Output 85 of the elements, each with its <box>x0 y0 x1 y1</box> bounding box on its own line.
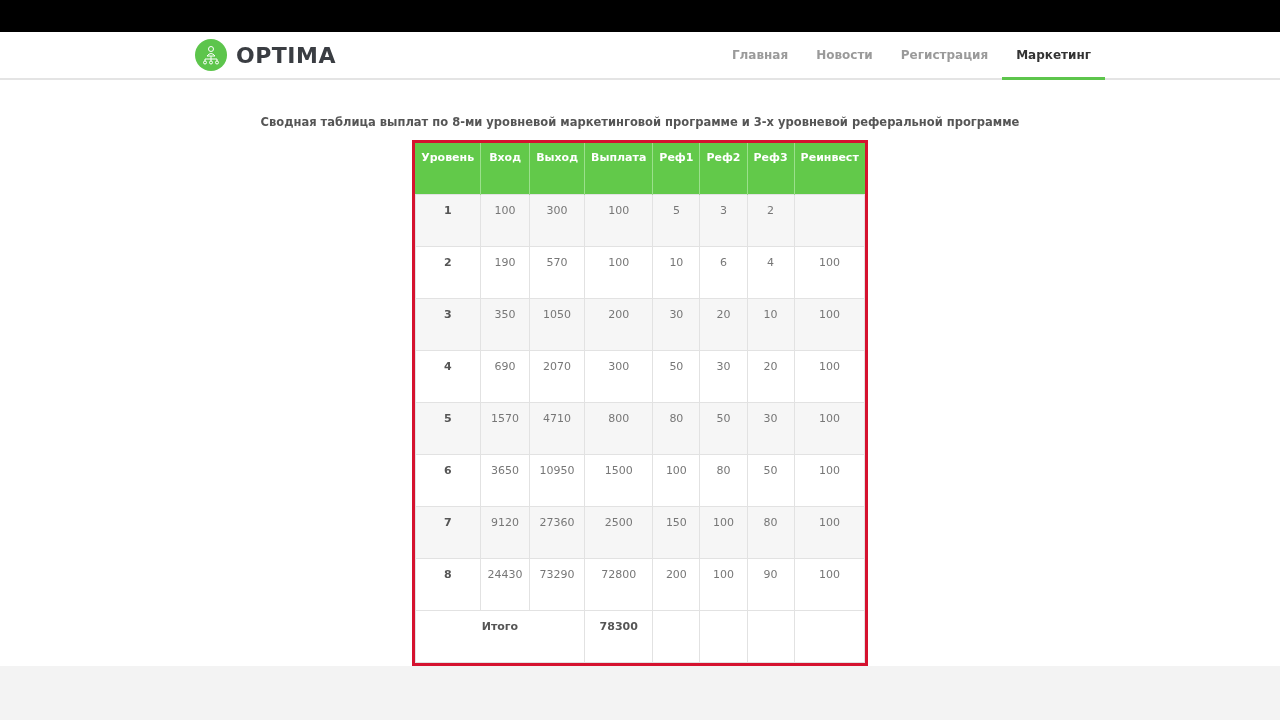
table-cell: 690 <box>480 350 530 403</box>
table-cell: 100 <box>584 194 653 247</box>
table-cell: 4 <box>747 246 795 299</box>
table-cell: 90 <box>747 558 795 611</box>
table-cell: 2070 <box>529 350 585 403</box>
logo-text: OPTIMA <box>236 42 336 68</box>
table-cell: 100 <box>794 558 865 611</box>
table-cell: 190 <box>480 246 530 299</box>
table-cell <box>699 610 747 663</box>
column-header: Вход <box>480 143 530 195</box>
table-cell: 3 <box>415 298 481 351</box>
table-cell: 150 <box>652 506 700 559</box>
table-cell: 200 <box>584 298 653 351</box>
table-cell: 3 <box>699 194 747 247</box>
table-cell: 30 <box>747 402 795 455</box>
table-cell: 100 <box>794 350 865 403</box>
table-cell: 27360 <box>529 506 585 559</box>
table-cell <box>747 610 795 663</box>
column-header: Реф1 <box>652 143 700 195</box>
table-cell: 1570 <box>480 402 530 455</box>
table-cell: 100 <box>699 558 747 611</box>
column-header: Выплата <box>584 143 653 195</box>
table-cell: 24430 <box>480 558 530 611</box>
column-header: Реинвест <box>794 143 865 195</box>
nav-link[interactable]: Регистрация <box>886 32 1003 80</box>
table-cell: 5 <box>415 402 481 455</box>
table-cell: 100 <box>652 454 700 507</box>
table-cell: 100 <box>699 506 747 559</box>
column-header: Реф3 <box>747 143 795 195</box>
total-value: 78300 <box>584 610 653 663</box>
nav-link[interactable]: Главная <box>717 32 803 80</box>
table-cell: 50 <box>747 454 795 507</box>
table-cell: 1500 <box>584 454 653 507</box>
table-cell: 800 <box>584 402 653 455</box>
total-label: Итого <box>415 610 585 663</box>
table-cell: 20 <box>747 350 795 403</box>
table-cell: 100 <box>584 246 653 299</box>
table-cell: 80 <box>652 402 700 455</box>
column-header: Выход <box>529 143 585 195</box>
table-cell: 8 <box>415 558 481 611</box>
table-cell: 80 <box>699 454 747 507</box>
table-cell: 2500 <box>584 506 653 559</box>
table-cell: 570 <box>529 246 585 299</box>
table-cell: 80 <box>747 506 795 559</box>
table-cell: 7 <box>415 506 481 559</box>
table-cell: 4710 <box>529 402 585 455</box>
table-cell: 6 <box>699 246 747 299</box>
table-title: Сводная таблица выплат по 8-ми уровневой маркетинговой программе и 3-х уровневой реферальной программе <box>260 115 1020 129</box>
table-cell: 100 <box>794 246 865 299</box>
table-cell: 20 <box>699 298 747 351</box>
column-header: Реф2 <box>699 143 747 195</box>
table-cell: 10 <box>747 298 795 351</box>
table-cell: 30 <box>699 350 747 403</box>
table-cell: 300 <box>529 194 585 247</box>
table-cell: 1 <box>415 194 481 247</box>
table-cell: 50 <box>652 350 700 403</box>
table-cell <box>652 610 700 663</box>
table-cell: 10950 <box>529 454 585 507</box>
table-cell <box>794 194 865 247</box>
table-cell: 200 <box>652 558 700 611</box>
table-cell: 9120 <box>480 506 530 559</box>
table-cell: 73290 <box>529 558 585 611</box>
table-cell: 1050 <box>529 298 585 351</box>
table-cell: 2 <box>747 194 795 247</box>
table-cell: 4 <box>415 350 481 403</box>
table-cell: 100 <box>794 454 865 507</box>
logo-icon <box>195 39 227 71</box>
table-cell: 72800 <box>584 558 653 611</box>
table-cell: 100 <box>480 194 530 247</box>
table-cell: 100 <box>794 298 865 351</box>
nav-link[interactable]: Маркетинг <box>1002 32 1105 80</box>
table-cell: 350 <box>480 298 530 351</box>
table-cell: 100 <box>794 506 865 559</box>
table-cell: 50 <box>699 402 747 455</box>
nav-link[interactable]: Новости <box>802 32 887 80</box>
table-cell: 300 <box>584 350 653 403</box>
table-cell <box>794 610 865 663</box>
column-header: Уровень <box>415 143 481 195</box>
table-cell: 3650 <box>480 454 530 507</box>
table-cell: 5 <box>652 194 700 247</box>
table-cell: 30 <box>652 298 700 351</box>
table-cell: 6 <box>415 454 481 507</box>
table-cell: 10 <box>652 246 700 299</box>
table-cell: 2 <box>415 246 481 299</box>
table-cell: 100 <box>794 402 865 455</box>
